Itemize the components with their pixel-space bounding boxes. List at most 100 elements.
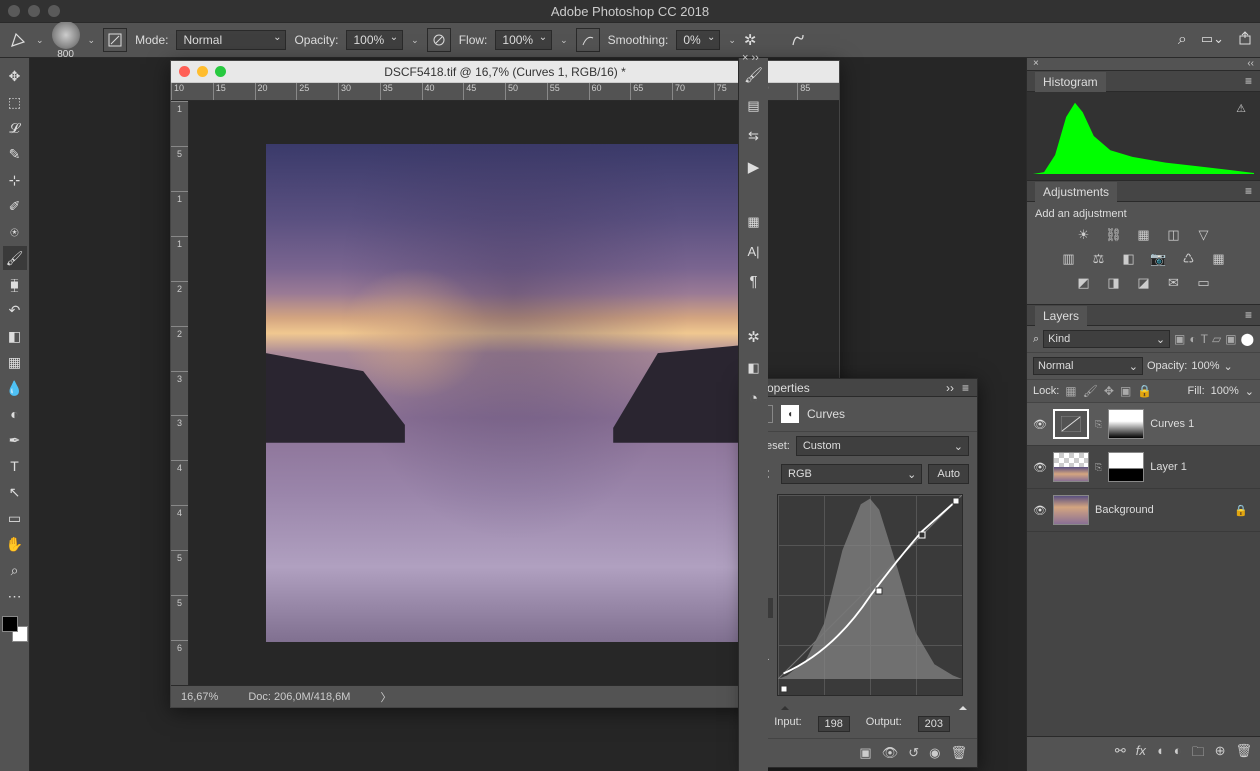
symmetry-toggle[interactable] xyxy=(786,28,810,52)
layer-name[interactable]: Layer 1 xyxy=(1150,461,1187,473)
edit-toolbar[interactable]: ⋯ xyxy=(3,584,27,608)
move-tool[interactable]: ✥ xyxy=(3,64,27,88)
flow-dropdown-icon[interactable]: ⌄ xyxy=(560,35,568,46)
close-window[interactable] xyxy=(8,5,20,17)
filter-smart-icon[interactable]: ▣ xyxy=(1225,332,1236,346)
gradient-tool[interactable]: ▦ xyxy=(3,350,27,374)
mask-thumb[interactable] xyxy=(1108,409,1144,439)
visibility-toggle[interactable]: 👁 xyxy=(1033,418,1047,431)
hand-tool[interactable]: ✋ xyxy=(3,532,27,556)
doc-close[interactable] xyxy=(179,66,190,77)
maximize-window[interactable] xyxy=(48,5,60,17)
color-lookup-icon[interactable]: ▦ xyxy=(1209,250,1229,268)
panel-close-icon[interactable]: × xyxy=(1033,58,1039,70)
layer-name[interactable]: Curves 1 xyxy=(1150,418,1194,430)
lock-all-icon[interactable]: 🔒 xyxy=(1137,384,1152,398)
layer-filter-dropdown[interactable]: Kind xyxy=(1043,330,1170,348)
new-layer-icon[interactable]: ⊕ xyxy=(1215,743,1226,765)
home-icon[interactable] xyxy=(8,30,28,50)
opacity-dd-icon[interactable]: ⌄ xyxy=(1224,360,1233,373)
brush-preview-icon[interactable] xyxy=(52,21,80,49)
adjustments-menu-icon[interactable]: ≡ xyxy=(1245,184,1252,198)
brush-tool[interactable]: 🖌 xyxy=(3,246,27,270)
filter-icon[interactable]: ⇆ xyxy=(748,128,759,144)
output-value[interactable] xyxy=(918,716,950,732)
quick-select-tool[interactable]: ✎ xyxy=(3,142,27,166)
paragraph-icon[interactable]: ¶ xyxy=(749,273,757,290)
layers-panel-header[interactable]: Layers ≡ xyxy=(1027,304,1260,326)
visibility-toggle[interactable]: 👁 xyxy=(1033,461,1047,474)
hue-sat-icon[interactable]: ▥ xyxy=(1059,250,1079,268)
posterize-icon[interactable]: ◨ xyxy=(1104,274,1124,292)
lock-trans-icon[interactable]: ▦ xyxy=(1065,384,1076,398)
vertical-ruler[interactable]: 1511223344556 xyxy=(171,101,189,685)
smoothing-dropdown-icon[interactable]: ⌄ xyxy=(728,35,736,46)
mask-type-icon[interactable]: ◖ xyxy=(781,405,799,423)
visibility-toggle[interactable]: 👁 xyxy=(1033,504,1047,517)
character-icon[interactable]: A| xyxy=(747,244,759,259)
curve-point-mid[interactable] xyxy=(876,588,883,595)
auto-button[interactable]: Auto xyxy=(928,464,969,484)
preview-icon[interactable]: ◉ xyxy=(929,745,940,761)
layer-thumb[interactable] xyxy=(1053,495,1089,525)
curve-point-highlight[interactable] xyxy=(953,498,960,505)
doc-maximize[interactable] xyxy=(215,66,226,77)
new-adj-layer-icon[interactable]: ◐ xyxy=(1174,743,1182,765)
lock-icon[interactable]: 🔒 xyxy=(1234,504,1254,517)
flow-input[interactable]: 100% xyxy=(495,30,552,50)
filter-toggle-icon[interactable]: ⬤ xyxy=(1241,332,1254,346)
opacity-dropdown-icon[interactable]: ⌄ xyxy=(411,35,419,46)
styles-icon[interactable]: ◧ xyxy=(747,360,759,376)
zoom-tool[interactable]: ⌕ xyxy=(3,558,27,582)
doc-size[interactable]: Doc: 206,0M/418,6M xyxy=(248,691,350,703)
color-swatches[interactable] xyxy=(2,616,28,642)
lock-pixels-icon[interactable]: 🖌 xyxy=(1083,384,1098,398)
path-select-tool[interactable]: ↖ xyxy=(3,480,27,504)
fill-value[interactable]: 100% xyxy=(1211,385,1239,397)
histogram-warning-icon[interactable]: ⚠ xyxy=(1236,102,1246,115)
status-flyout-icon[interactable]: 〉 xyxy=(380,689,391,705)
foreground-color[interactable] xyxy=(2,616,18,632)
link-layers-icon[interactable]: ⚯ xyxy=(1115,743,1126,765)
blend-mode-dropdown[interactable]: Normal xyxy=(176,30,286,50)
lock-artboard-icon[interactable]: ▣ xyxy=(1120,384,1131,398)
vibrance-icon[interactable]: ▽ xyxy=(1194,226,1214,244)
opacity-input[interactable]: 100% xyxy=(346,30,403,50)
filter-adj-icon[interactable]: ◐ xyxy=(1189,332,1196,346)
history-brush-tool[interactable]: ↶ xyxy=(3,298,27,322)
panel-menu-icon[interactable]: ≡ xyxy=(962,381,969,395)
properties-tab[interactable]: Properties ›› ≡ xyxy=(747,379,977,397)
lock-position-icon[interactable]: ✥ xyxy=(1104,384,1114,398)
add-mask-icon[interactable]: ◖ xyxy=(1156,743,1164,765)
histogram-menu-icon[interactable]: ≡ xyxy=(1245,74,1252,88)
play-icon[interactable]: ▶ xyxy=(748,158,760,176)
shape-tool[interactable]: ▭ xyxy=(3,506,27,530)
threshold-icon[interactable]: ◪ xyxy=(1134,274,1154,292)
brushes-panel-icon[interactable]: 🖌 xyxy=(744,66,763,84)
brush-dropdown-icon[interactable]: ⌄ xyxy=(88,35,96,46)
dodge-tool[interactable]: ◐ xyxy=(3,402,27,426)
brush-settings-icon[interactable]: ▤ xyxy=(747,98,759,114)
navigator-icon[interactable]: ✲ xyxy=(747,328,760,346)
workspace-icon[interactable]: ▭⌄ xyxy=(1201,31,1224,49)
filter-type-icon[interactable]: T xyxy=(1201,332,1208,346)
doc-minimize[interactable] xyxy=(197,66,208,77)
crop-tool[interactable]: ⊹ xyxy=(3,168,27,192)
layer-name[interactable]: Background xyxy=(1095,504,1154,516)
channel-dropdown[interactable]: RGB xyxy=(781,464,922,484)
gradient-map-icon[interactable]: ▭ xyxy=(1194,274,1214,292)
lasso-tool[interactable]: 𝓛 xyxy=(3,116,27,140)
exposure-icon[interactable]: ◫ xyxy=(1164,226,1184,244)
type-tool[interactable]: T xyxy=(3,454,27,478)
layer-fx-icon[interactable]: fx xyxy=(1136,743,1146,765)
black-slider[interactable] xyxy=(781,702,789,710)
color-balance-icon[interactable]: ⚖ xyxy=(1089,250,1109,268)
collapse-icon[interactable]: ›› xyxy=(946,381,954,395)
histogram-panel-header[interactable]: Histogram ≡ xyxy=(1027,70,1260,92)
blur-tool[interactable]: 💧 xyxy=(3,376,27,400)
smoothing-settings-icon[interactable]: ✲ xyxy=(744,31,757,49)
info-icon[interactable]: ◔ xyxy=(749,390,758,407)
eyedropper-tool[interactable]: ✐ xyxy=(3,194,27,218)
layer-blend-dropdown[interactable]: Normal xyxy=(1033,357,1143,375)
zoom-level[interactable]: 16,67% xyxy=(181,691,218,703)
